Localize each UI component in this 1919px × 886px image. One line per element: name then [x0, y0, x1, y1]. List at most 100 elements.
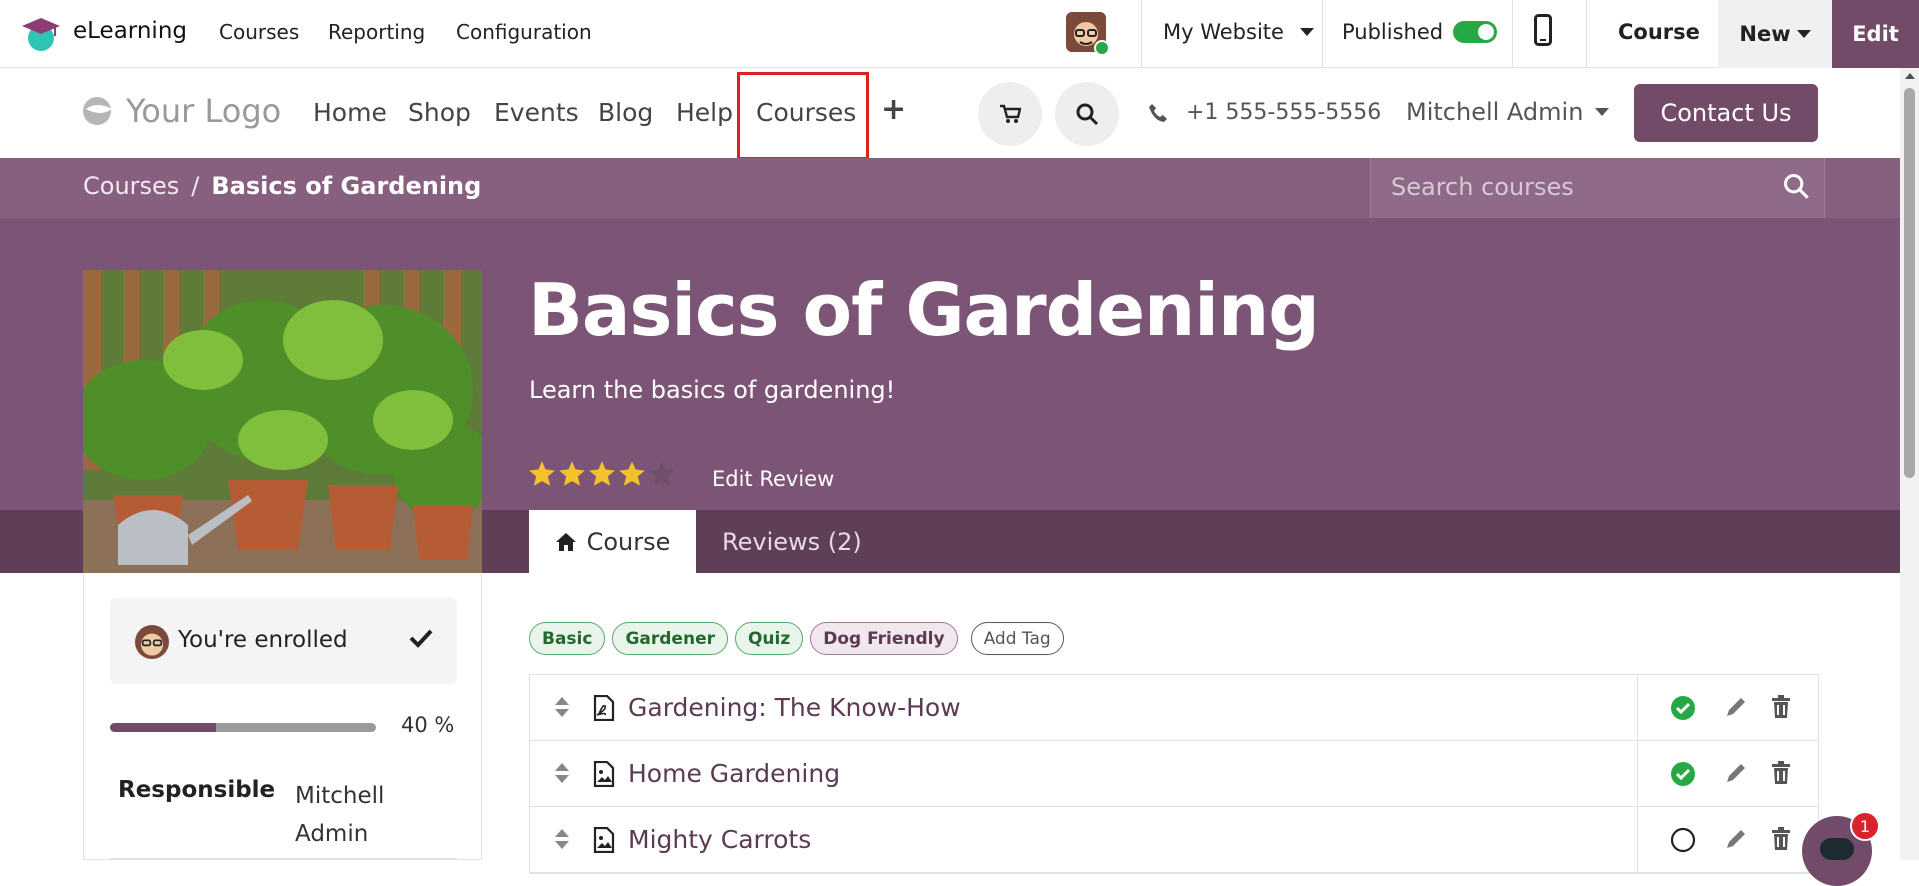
avatar	[135, 625, 169, 659]
phone-contact[interactable]: +1 555-555-5556	[1148, 100, 1381, 125]
add-tag-button[interactable]: Add Tag	[970, 622, 1064, 655]
tag-quiz[interactable]: Quiz	[734, 622, 804, 655]
lesson-title[interactable]: Gardening: The Know-How	[628, 693, 961, 722]
divider	[1141, 0, 1142, 68]
list-item: Mighty Carrots	[530, 807, 1818, 873]
breadcrumb: Courses / Basics of Gardening	[83, 172, 481, 200]
lesson-actions	[1637, 741, 1820, 806]
divider	[110, 858, 457, 859]
user-name: Mitchell Admin	[1406, 98, 1584, 126]
mobile-preview-icon[interactable]	[1534, 14, 1552, 46]
enrolled-text: You're enrolled	[178, 627, 348, 653]
notification-badge: 1	[1850, 811, 1880, 841]
completed-check-icon[interactable]	[1670, 695, 1696, 721]
completed-check-icon[interactable]	[1670, 761, 1696, 787]
logo-mark-icon	[83, 97, 112, 125]
search-icon	[1076, 103, 1099, 126]
phone-icon	[1149, 103, 1167, 122]
star-filled-icon	[529, 461, 555, 486]
trash-icon[interactable]	[1771, 761, 1791, 785]
incomplete-circle-icon[interactable]	[1670, 827, 1696, 853]
avatar-face-icon	[135, 625, 169, 659]
vertical-scrollbar[interactable]	[1900, 68, 1919, 860]
star-filled-icon	[589, 461, 615, 486]
edit-review-link[interactable]: Edit Review	[712, 467, 834, 491]
published-toggle[interactable]: Published	[1342, 20, 1498, 44]
site-logo[interactable]: Your Logo	[82, 92, 281, 130]
divider	[1512, 0, 1513, 68]
nav-home[interactable]: Home	[313, 98, 387, 127]
cart-icon	[1000, 104, 1021, 123]
trash-icon[interactable]	[1771, 827, 1791, 851]
drag-handle-icon[interactable]	[554, 696, 570, 718]
divider	[1586, 0, 1587, 68]
highlight-box	[737, 72, 869, 160]
app-name[interactable]: eLearning	[73, 18, 187, 44]
course-cover-image	[83, 270, 482, 573]
drag-handle-icon[interactable]	[554, 762, 570, 784]
search-placeholder: Search courses	[1391, 173, 1574, 201]
rating-stars	[528, 460, 676, 487]
new-button[interactable]: New	[1718, 0, 1832, 68]
breadcrumb-courses-link[interactable]: Courses	[83, 172, 179, 200]
search-icon[interactable]	[1782, 172, 1810, 200]
add-menu-item-button[interactable]: +	[881, 92, 906, 127]
lesson-title[interactable]: Mighty Carrots	[628, 825, 811, 854]
tab-course[interactable]: Course	[529, 510, 696, 573]
lesson-actions	[1637, 807, 1820, 872]
cart-button[interactable]	[978, 82, 1042, 146]
star-filled-icon	[559, 461, 585, 486]
tag-dog-friendly[interactable]: Dog Friendly	[810, 622, 958, 655]
user-avatar[interactable]	[1066, 12, 1110, 56]
course-sidebar: You're enrolled 40 % Responsible Mitchel…	[83, 573, 482, 860]
lesson-actions	[1637, 675, 1820, 740]
pencil-icon[interactable]	[1724, 827, 1748, 851]
star-filled-icon	[619, 461, 645, 486]
tag-gardener[interactable]: Gardener	[612, 622, 728, 655]
chevron-down-icon	[1796, 30, 1811, 38]
logo-text: Your Logo	[126, 92, 282, 130]
scroll-up-arrow-icon[interactable]	[1905, 73, 1915, 79]
course-title: Basics of Gardening	[528, 268, 1320, 352]
search-button[interactable]	[1055, 82, 1119, 146]
edit-button[interactable]: Edit	[1832, 0, 1919, 68]
image-icon	[593, 761, 615, 787]
trash-icon[interactable]	[1771, 695, 1791, 719]
tag-basic[interactable]: Basic	[529, 622, 606, 655]
course-backend-button[interactable]: Course	[1618, 20, 1700, 44]
contact-us-button[interactable]: Contact Us	[1634, 84, 1818, 142]
breadcrumb-bar: Courses / Basics of Gardening Search cou…	[0, 158, 1900, 218]
menu-courses[interactable]: Courses	[219, 20, 299, 44]
chevron-down-icon	[1299, 28, 1314, 36]
lesson-title[interactable]: Home Gardening	[628, 759, 840, 788]
nav-blog[interactable]: Blog	[598, 98, 653, 127]
pencil-icon[interactable]	[1724, 761, 1748, 785]
website-selector[interactable]: My Website	[1163, 20, 1314, 44]
progress-fill	[110, 723, 217, 732]
elearning-app-icon[interactable]	[20, 14, 62, 52]
toggle-switch[interactable]	[1453, 21, 1498, 43]
star-empty-icon	[649, 461, 675, 486]
home-icon	[555, 532, 576, 551]
course-progress-bar	[110, 723, 376, 732]
drag-handle-icon[interactable]	[554, 828, 570, 850]
menu-configuration[interactable]: Configuration	[456, 20, 592, 44]
enrolled-status-card: You're enrolled	[110, 598, 457, 684]
course-tags: Basic Gardener Quiz Dog Friendly Add Tag	[529, 622, 1064, 655]
nav-shop[interactable]: Shop	[408, 98, 471, 127]
list-item: Home Gardening	[530, 741, 1818, 807]
tab-reviews[interactable]: Reviews (2)	[722, 510, 862, 573]
odoo-topbar: eLearning Courses Reporting Configuratio…	[0, 0, 1919, 68]
user-menu[interactable]: Mitchell Admin	[1406, 98, 1610, 126]
pencil-icon[interactable]	[1724, 695, 1748, 719]
published-label: Published	[1342, 20, 1444, 44]
image-icon	[593, 827, 615, 853]
nav-help[interactable]: Help	[676, 98, 733, 127]
menu-reporting[interactable]: Reporting	[328, 20, 425, 44]
nav-events[interactable]: Events	[494, 98, 579, 127]
new-button-label: New	[1739, 22, 1791, 46]
scrollbar-thumb[interactable]	[1904, 88, 1915, 478]
list-item: Gardening: The Know-How	[530, 675, 1818, 741]
search-courses-field[interactable]: Search courses	[1370, 158, 1825, 218]
responsible-value[interactable]: Mitchell Admin	[295, 777, 425, 853]
